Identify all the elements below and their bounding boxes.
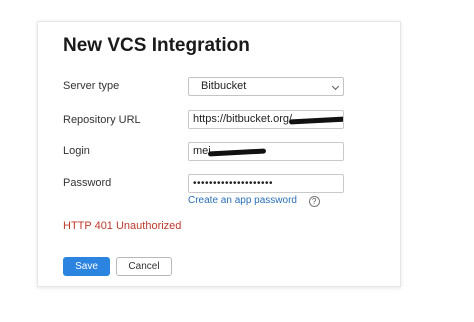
help-icon[interactable]: ?: [308, 196, 320, 207]
password-value: ••••••••••••••••••••: [193, 178, 274, 189]
server-type-select[interactable]: Bitbucket: [188, 77, 344, 96]
redaction-mark: [207, 148, 267, 157]
repository-url-value: https://bitbucket.org/: [193, 113, 293, 125]
login-field[interactable]: mei: [188, 142, 344, 161]
password-label: Password: [63, 177, 112, 189]
redaction-mark: [288, 116, 343, 125]
server-type-label: Server type: [63, 80, 120, 92]
error-message: HTTP 401 Unauthorized: [63, 220, 182, 232]
save-button[interactable]: Save: [63, 257, 110, 276]
password-field[interactable]: ••••••••••••••••••••: [188, 174, 344, 193]
login-label: Login: [63, 145, 90, 157]
server-type-value: Bitbucket: [201, 80, 247, 92]
cancel-button[interactable]: Cancel: [116, 257, 172, 276]
dialog-title: New VCS Integration: [63, 35, 250, 56]
repository-url-label: Repository URL: [63, 114, 141, 126]
repository-url-field[interactable]: https://bitbucket.org/: [188, 110, 344, 129]
vcs-integration-dialog: New VCS Integration Server type Bitbucke…: [37, 21, 401, 287]
chevron-down-icon: [331, 82, 340, 91]
create-app-password-link[interactable]: Create an app password: [188, 195, 297, 206]
app-password-row: Create an app password ?: [188, 195, 320, 207]
